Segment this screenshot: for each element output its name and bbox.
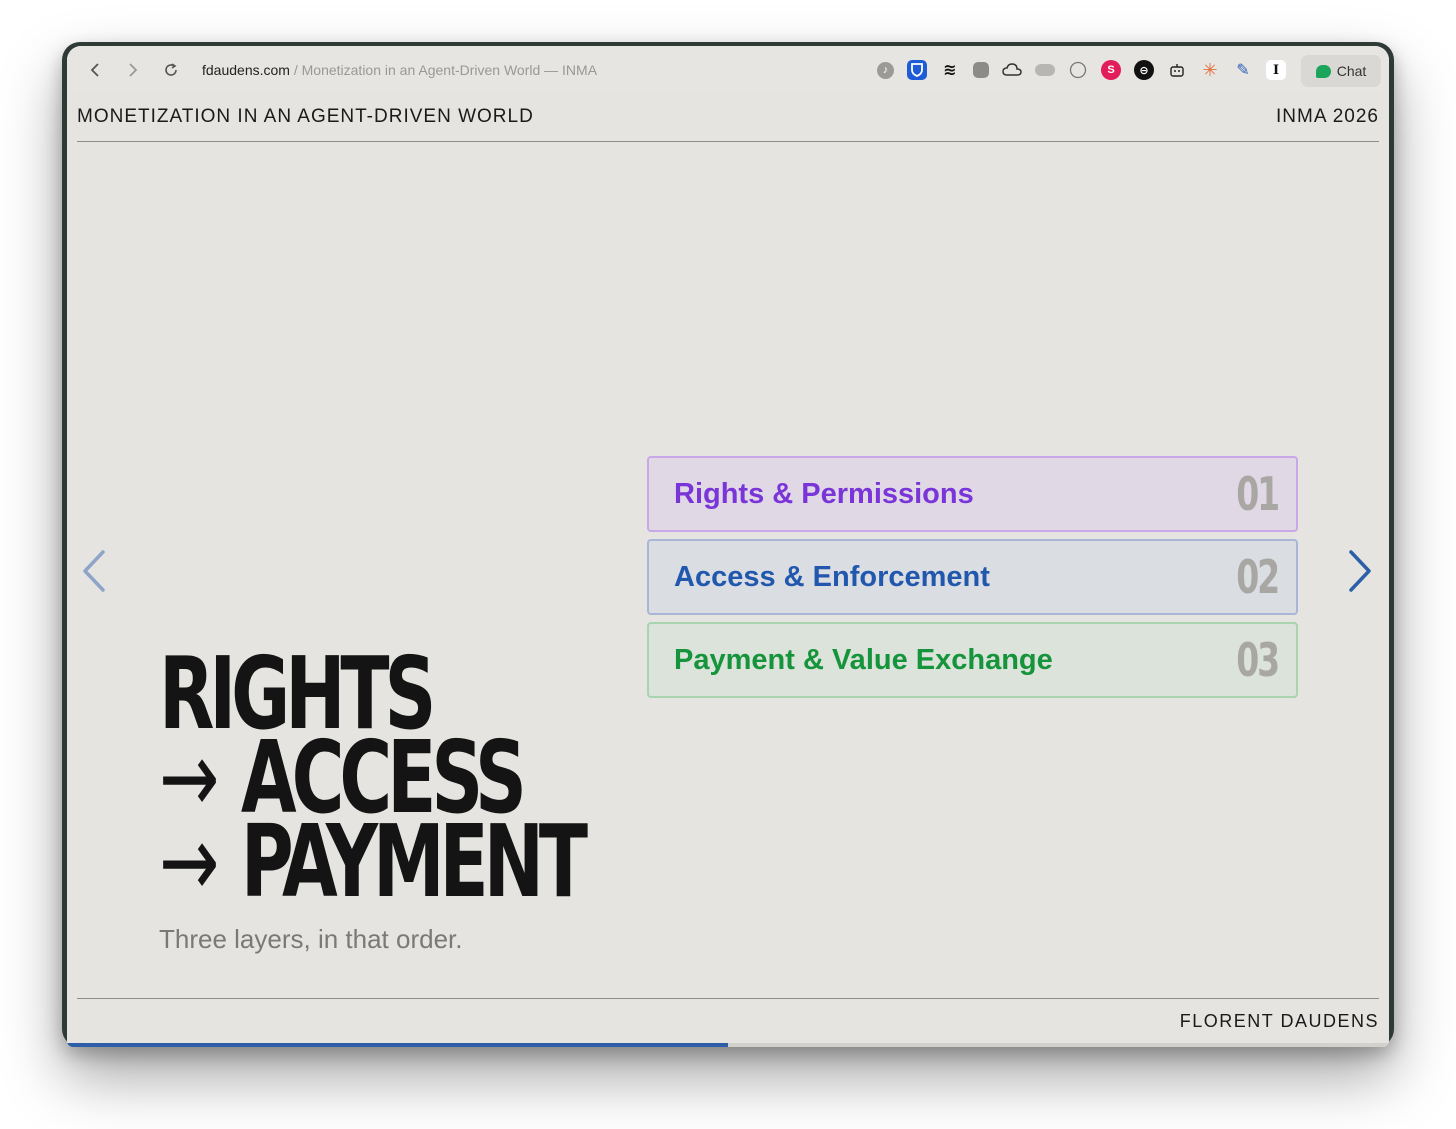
chat-label: Chat <box>1336 63 1367 79</box>
event-label: INMA 2026 <box>1276 106 1379 127</box>
back-button[interactable] <box>76 55 114 85</box>
heading-line-3: → PAYMENT <box>159 803 588 920</box>
forward-button[interactable] <box>114 55 152 85</box>
i-icon[interactable]: I <box>1266 60 1286 80</box>
cloud-icon[interactable] <box>1002 60 1022 80</box>
slide-progress-bar <box>67 1043 1389 1047</box>
card-access: Access & Enforcement 02 <box>647 539 1298 615</box>
browser-toolbar: fdaudens.com / Monetization in an Agent-… <box>67 46 1389 94</box>
progress-fill <box>67 1043 728 1047</box>
chevron-left-icon <box>90 63 99 77</box>
copy-icon[interactable] <box>973 62 989 78</box>
bitwarden-icon[interactable] <box>907 60 927 80</box>
card-number: 03 <box>1236 633 1280 687</box>
author-name: FLORENT DAUDENS <box>1179 1011 1379 1031</box>
slide-header: MONETIZATION IN AN AGENT-DRIVEN WORLD IN… <box>77 106 1379 142</box>
browser-content: fdaudens.com / Monetization in an Agent-… <box>67 46 1389 1047</box>
slide-subtitle: Three layers, in that order. <box>159 924 463 954</box>
heading-word: PAYMENT <box>240 803 588 920</box>
chat-bubble-icon <box>1315 64 1331 78</box>
address-bar[interactable]: fdaudens.com / Monetization in an Agent-… <box>202 62 597 78</box>
bot-icon[interactable] <box>1167 60 1187 80</box>
address-domain: fdaudens.com <box>202 62 290 78</box>
buffer-icon[interactable]: ≋ <box>940 60 960 80</box>
next-slide-arrow[interactable] <box>1343 548 1377 594</box>
previous-slide-arrow[interactable] <box>77 548 111 594</box>
card-number: 01 <box>1236 467 1280 521</box>
arrow-right-icon: → <box>159 803 220 920</box>
burst-icon[interactable]: ✳ <box>1200 60 1220 80</box>
slide-title: MONETIZATION IN AN AGENT-DRIVEN WORLD <box>77 106 534 127</box>
extension-bar: ♪ ≋ S ⊖ ✳ ✎ I <box>877 60 1286 80</box>
address-path: / Monetization in an Agent-Driven World … <box>289 62 598 78</box>
circle-icon[interactable]: ⊖ <box>1134 60 1154 80</box>
slide-heading: RIGHTS → ACCESS → PAYMENT <box>159 644 748 920</box>
database-icon[interactable] <box>1035 64 1055 76</box>
reload-icon <box>165 63 177 76</box>
card-number: 02 <box>1236 550 1280 604</box>
chevron-right-icon <box>129 63 138 77</box>
brain-icon[interactable] <box>1068 60 1088 80</box>
card-label: Rights & Permissions <box>674 477 974 510</box>
s-icon[interactable]: S <box>1101 60 1121 80</box>
browser-window: fdaudens.com / Monetization in an Agent-… <box>62 42 1394 1047</box>
music-icon[interactable]: ♪ <box>877 61 894 79</box>
chat-button[interactable]: Chat <box>1301 55 1381 87</box>
card-rights: Rights & Permissions 01 <box>647 456 1298 532</box>
reload-button[interactable] <box>152 55 190 85</box>
slide-footer: FLORENT DAUDENS <box>77 998 1379 1038</box>
pencil-icon[interactable]: ✎ <box>1233 60 1253 80</box>
card-label: Access & Enforcement <box>674 560 990 593</box>
